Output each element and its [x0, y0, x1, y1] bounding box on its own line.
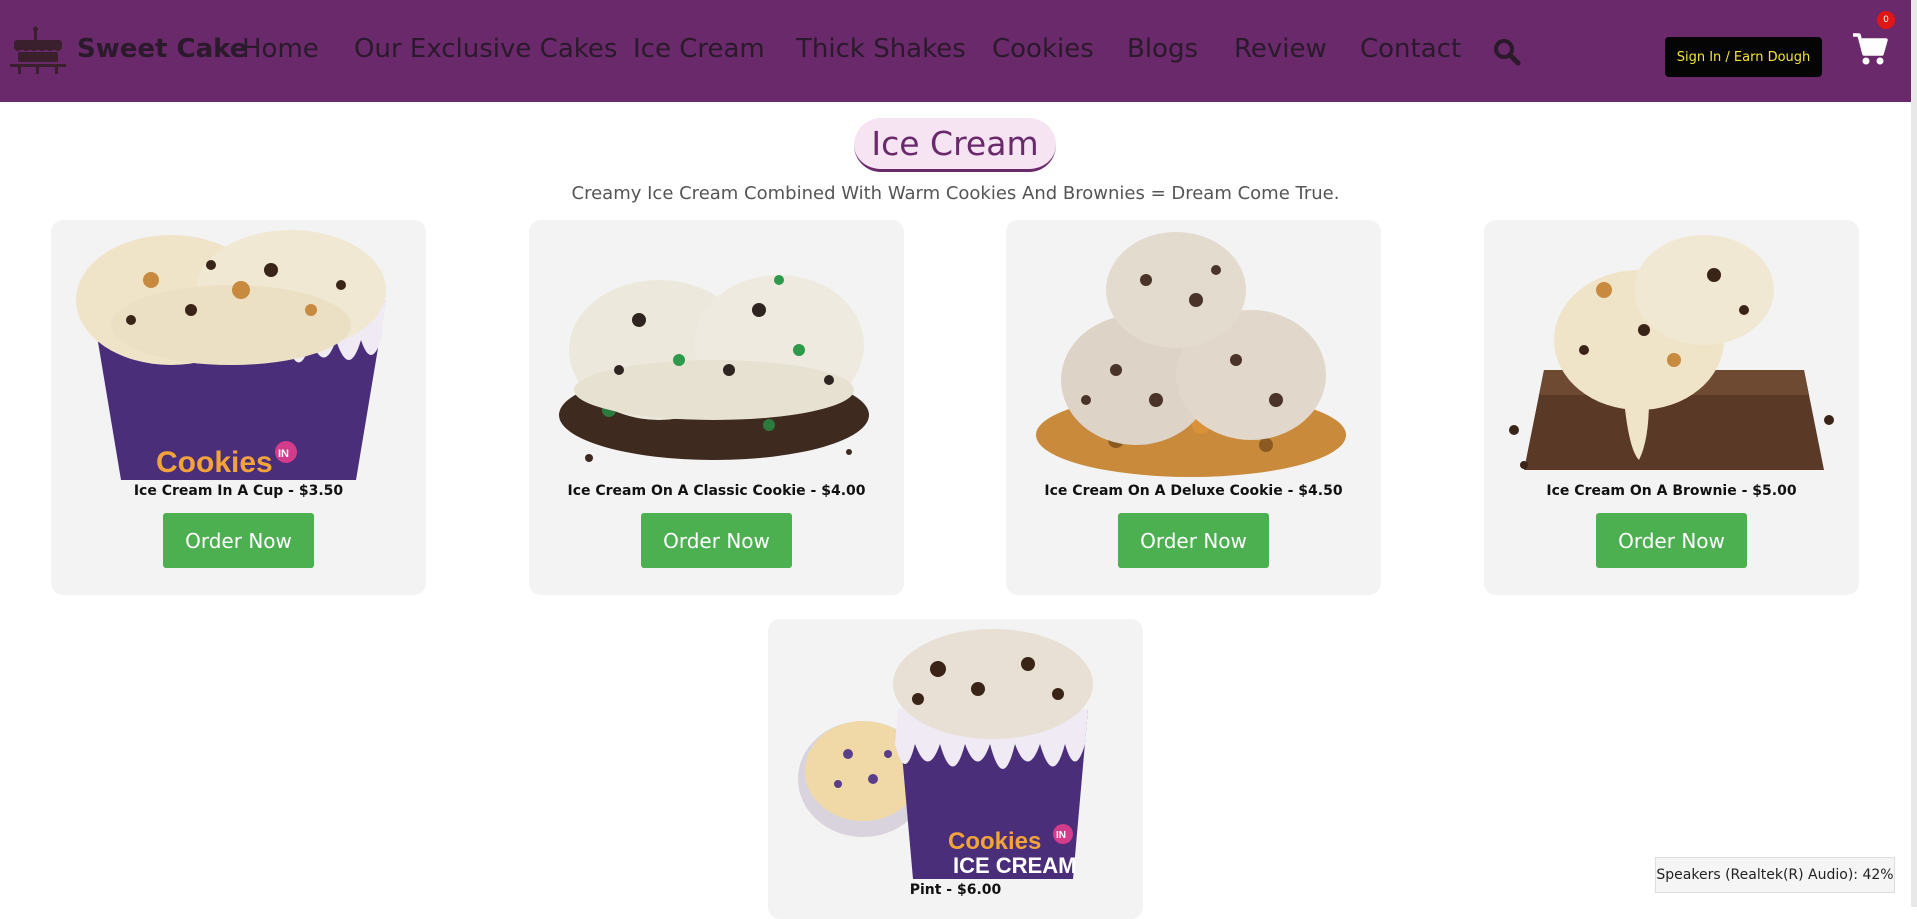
- product-card-classic-cookie: Ice Cream On A Classic Cookie - $4.00 Or…: [529, 220, 904, 595]
- pint-brand-subtext: ICE CREAM: [953, 853, 1076, 878]
- cup-brand-text: Cookies: [156, 446, 273, 479]
- cart-count-badge: 0: [1877, 11, 1895, 29]
- cake-logo-icon[interactable]: [8, 26, 68, 74]
- ice-cream-pint-image: Cookies ICE CREAM IN: [798, 629, 1093, 879]
- section-subtitle: Creamy Ice Cream Combined With Warm Cook…: [571, 183, 1340, 204]
- ice-cream-deluxe-cookie-image: [1036, 232, 1346, 477]
- volume-tooltip: Speakers (Realtek(R) Audio): 42%: [1655, 857, 1895, 893]
- nav-home[interactable]: Home: [242, 34, 319, 64]
- order-now-button[interactable]: Order Now: [1118, 513, 1269, 568]
- product-card-deluxe-cookie: Ice Cream On A Deluxe Cookie - $4.50 Ord…: [1006, 220, 1381, 595]
- cart-icon[interactable]: [1852, 32, 1888, 66]
- pint-brand-badge: IN: [1056, 830, 1066, 841]
- signin-button[interactable]: Sign In / Earn Dough: [1665, 37, 1822, 77]
- nav-review[interactable]: Review: [1234, 34, 1327, 64]
- nav-cookies[interactable]: Cookies: [992, 34, 1094, 64]
- nav-contact[interactable]: Contact: [1360, 34, 1461, 64]
- product-card-cup: Cookies IN Ice Cream In A Cup - $3.50 Or…: [51, 220, 426, 595]
- product-label: Ice Cream On A Brownie - $5.00: [1546, 483, 1797, 499]
- product-card-pint: Cookies ICE CREAM IN Pint - $6.00: [768, 619, 1143, 919]
- ice-cream-classic-cookie-image: [559, 275, 869, 462]
- product-label: Ice Cream On A Deluxe Cookie - $4.50: [1044, 483, 1343, 499]
- cup-brand-badge: IN: [278, 448, 289, 460]
- product-label: Ice Cream On A Classic Cookie - $4.00: [567, 483, 866, 499]
- search-icon[interactable]: [1493, 38, 1521, 66]
- product-label: Ice Cream In A Cup - $3.50: [133, 483, 344, 499]
- pint-brand-text: Cookies: [948, 828, 1041, 855]
- brand-name[interactable]: Sweet Cake: [77, 34, 247, 64]
- ice-cream-cup-image: Cookies IN: [76, 230, 386, 480]
- scrollbar-track[interactable]: [1911, 0, 1917, 907]
- product-label: Pint - $6.00: [909, 882, 1002, 898]
- nav-thick-shakes[interactable]: Thick Shakes: [796, 34, 966, 64]
- order-now-button[interactable]: Order Now: [1596, 513, 1747, 568]
- nav-ice-cream[interactable]: Ice Cream: [633, 34, 765, 64]
- ice-cream-brownie-image: [1509, 235, 1834, 470]
- nav-blogs[interactable]: Blogs: [1127, 34, 1198, 64]
- order-now-button[interactable]: Order Now: [641, 513, 792, 568]
- navbar: Sweet Cake Home Our Exclusive Cakes Ice …: [0, 0, 1911, 102]
- order-now-button[interactable]: Order Now: [163, 513, 314, 568]
- section-title: Ice Cream: [854, 118, 1056, 172]
- product-card-brownie: Ice Cream On A Brownie - $5.00 Order Now: [1484, 220, 1859, 595]
- nav-exclusive-cakes[interactable]: Our Exclusive Cakes: [354, 34, 617, 64]
